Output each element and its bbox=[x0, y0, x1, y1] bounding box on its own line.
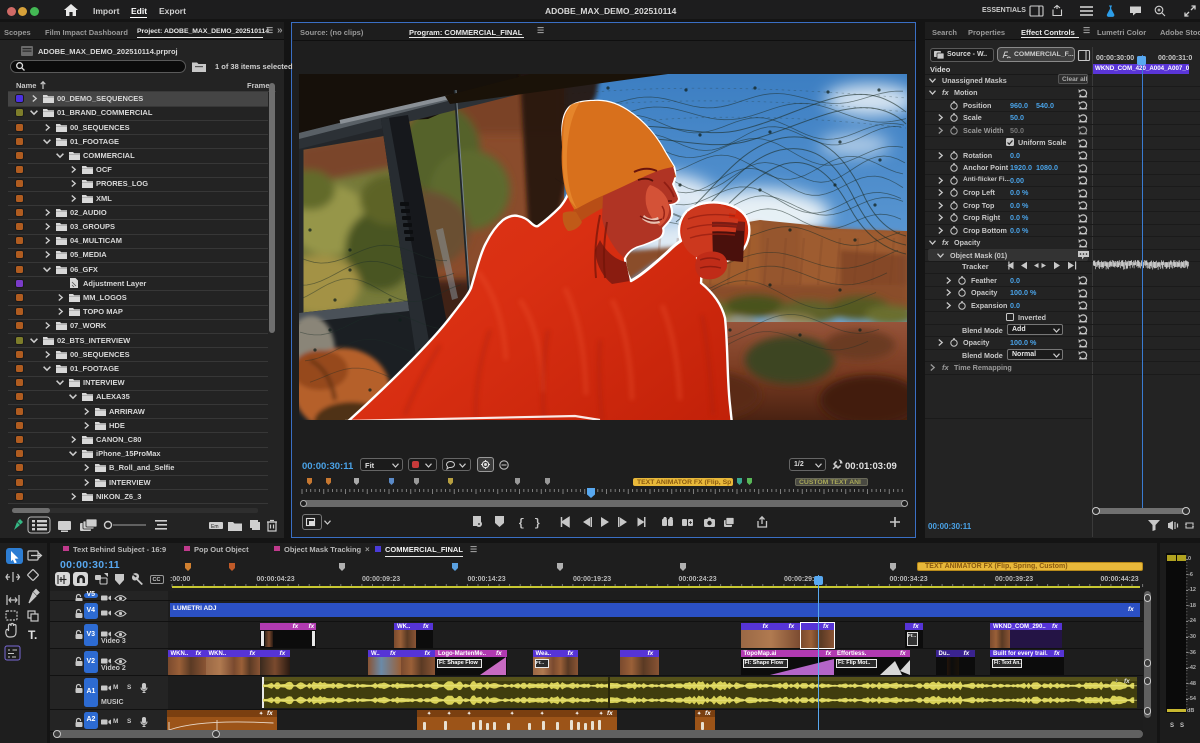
svg-text:{: { bbox=[518, 518, 525, 530]
svg-text:T.: T. bbox=[28, 628, 37, 642]
svg-text:Em: Em bbox=[211, 524, 219, 530]
svg-text:}: } bbox=[534, 518, 541, 530]
